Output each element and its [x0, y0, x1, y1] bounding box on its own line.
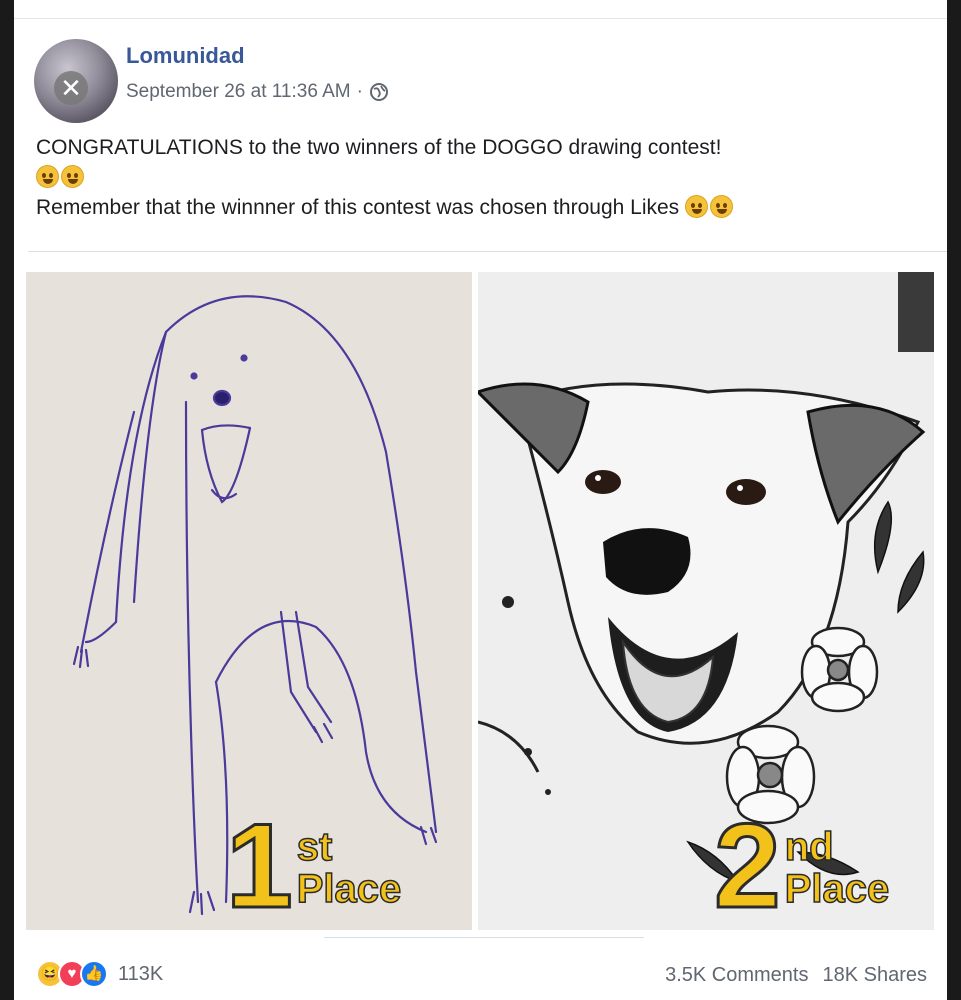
reaction-count[interactable]: 113K	[118, 963, 163, 986]
post-text-line1: CONGRATULATIONS to the two winners of th…	[36, 136, 722, 159]
page-avatar[interactable]: ✕	[34, 39, 118, 123]
engagement-stats: 3.5K Comments 18K Shares	[665, 964, 927, 987]
place-word: Place	[784, 867, 890, 911]
place-suffix: nd	[784, 825, 834, 869]
place-number: 2	[713, 799, 783, 930]
cat-emoji-icon	[36, 165, 59, 188]
post-footer: 😆 ♥ 👍 113K 3.5K Comments 18K Shares	[14, 954, 947, 1000]
post-timestamp[interactable]: September 26 at 11:36 AM	[126, 81, 351, 103]
post-card: ✕ Lomunidad September 26 at 11:36 AM · C…	[14, 18, 947, 1000]
reactions-summary[interactable]: 😆 ♥ 👍 113K	[36, 960, 163, 988]
divider	[28, 251, 947, 252]
screen-edge-left	[0, 0, 14, 1000]
shares-count-link[interactable]: 18K Shares	[822, 964, 927, 987]
place-word: Place	[296, 867, 402, 911]
page-name-link[interactable]: Lomunidad	[126, 43, 245, 69]
like-icon: 👍	[80, 960, 108, 988]
comments-count-link[interactable]: 3.5K Comments	[665, 964, 808, 987]
worried-emoji-icon	[685, 195, 709, 218]
post-meta: September 26 at 11:36 AM ·	[126, 81, 389, 103]
globe-icon	[369, 83, 388, 101]
close-icon: ✕	[54, 71, 88, 105]
first-place-image[interactable]: 1 st Place	[26, 272, 472, 930]
first-place-label: 1 st Place	[225, 799, 403, 930]
place-suffix: st	[296, 825, 333, 869]
post-text-line2-row: Remember that the winnner of this contes…	[36, 193, 936, 223]
post-text-line2: Remember that the winnner of this contes…	[36, 196, 680, 219]
emoji-row	[36, 163, 936, 193]
post-message: CONGRATULATIONS to the two winners of th…	[36, 133, 936, 223]
screen-edge-right	[947, 0, 961, 1000]
meta-separator: ·	[356, 81, 363, 102]
place-number: 1	[225, 799, 295, 930]
worried-emoji-icon	[710, 195, 734, 218]
second-place-image[interactable]: 2 nd Place	[478, 272, 934, 930]
divider	[324, 937, 644, 938]
cat-emoji-icon	[61, 165, 84, 188]
second-place-label: 2 nd Place	[713, 799, 891, 930]
